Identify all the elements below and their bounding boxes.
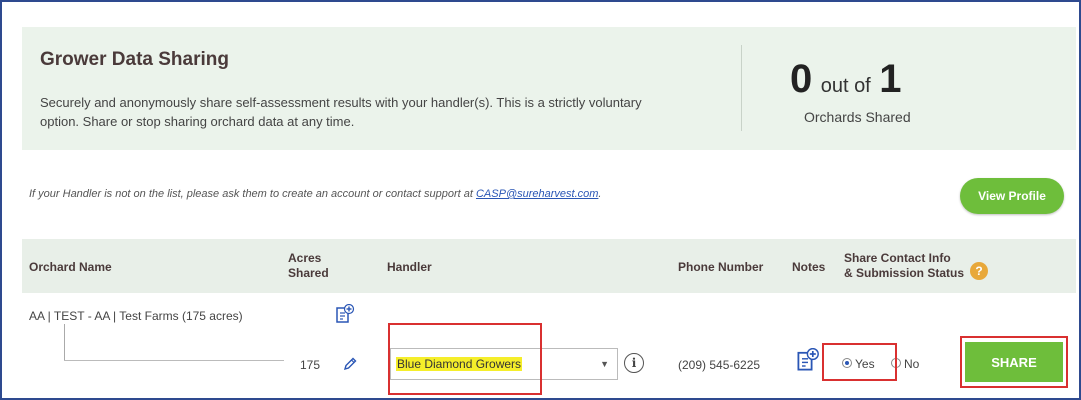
add-notes-icon-graphic [336,303,355,323]
page-title: Grower Data Sharing [40,49,229,70]
column-acres-shared: Acres Shared [288,251,329,281]
handler-notice-end: . [598,188,602,200]
handler-highlight-box [388,323,542,395]
page-description: Securely and anonymously share self-asse… [40,95,642,129]
acres-shared-value: 175 [300,358,321,372]
column-phone-number: Phone Number [678,260,764,274]
column-share-line2: & Submission Status [844,266,965,280]
handler-notice: If your Handler is not on the list, plea… [29,188,601,200]
support-email-link[interactable]: CASP@sureharvest.com [476,188,598,200]
orchard-name: AA | TEST - AA | Test Farms (175 acres) [29,309,243,323]
view-profile-button[interactable]: View Profile [960,178,1064,214]
app-frame: Grower Data Sharing Securely and anonymo… [0,0,1081,400]
total-count-value: 1 [879,57,902,101]
phone-number: (209) 545-6225 [678,358,761,372]
shared-count-value: 0 [790,57,813,101]
shared-count: 0 out of 1 [790,57,901,102]
add-notes-icon[interactable] [796,347,820,377]
tree-line-horizontal [64,360,284,361]
edit-pencil-icon-graphic [343,357,357,371]
column-handler: Handler [387,260,432,274]
column-share-line1: Share Contact Info [844,251,951,265]
info-icon[interactable]: i [624,353,644,373]
add-notes-icon[interactable] [335,303,355,329]
column-orchard-name: Orchard Name [29,260,112,274]
edit-pencil-icon[interactable] [342,356,358,377]
share-no-label: No [904,357,920,371]
column-notes: Notes [792,260,826,274]
sharing-summary-panel: Grower Data Sharing Securely and anonymo… [22,27,1076,150]
panel-divider [741,45,742,131]
share-button-highlight-box [960,336,1068,388]
add-notes-icon-graphic [797,347,819,371]
column-acres-line1: Acres [288,251,322,265]
help-icon[interactable]: ? [970,262,988,280]
column-share-status: Share Contact Info & Submission Status [844,251,964,281]
share-yes-highlight-box [822,343,897,381]
dropdown-arrow-icon: ▼ [600,359,609,369]
handler-notice-text: If your Handler is not on the list, plea… [29,188,473,200]
shared-count-label: Orchards Shared [804,109,911,125]
column-acres-line2: Shared [288,266,329,280]
tree-line-vertical [64,324,65,361]
shared-count-separator: out of [820,75,871,97]
